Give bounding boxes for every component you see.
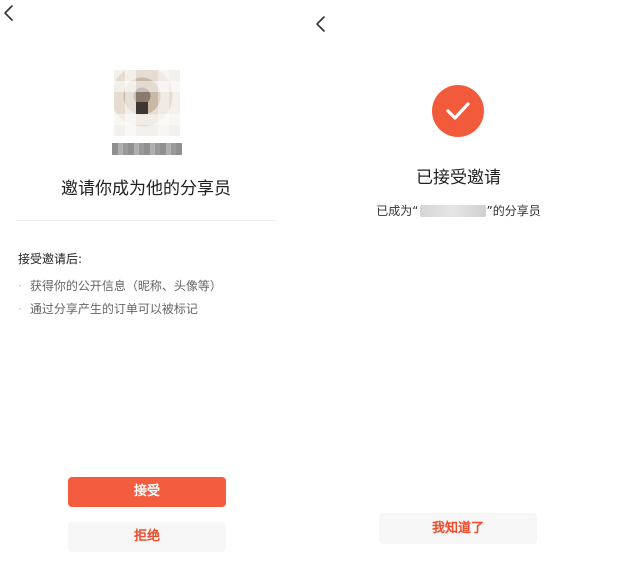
invite-screen: 邀请你成为他的分享员 接受邀请后: · 获得你的公开信息（昵称、头像等） · 通过分… [0, 0, 292, 572]
desc-prefix: 已成为“ [376, 204, 419, 218]
reject-button[interactable]: 拒绝 [68, 522, 226, 552]
inviter-avatar [114, 70, 180, 136]
chevron-left-icon [4, 5, 13, 21]
success-screen: 已接受邀请 已成为“ ”的分享员 我知道了 [300, 0, 617, 572]
list-item: · 通过分享产生的订单可以被标记 [18, 301, 222, 324]
bullet-dot-icon: · [18, 302, 22, 316]
success-title: 已接受邀请 [416, 168, 501, 188]
benefit-list: · 获得你的公开信息（昵称、头像等） · 通过分享产生的订单可以被标记 [18, 278, 222, 324]
after-accept-title: 接受邀请后: [18, 252, 83, 266]
success-check-icon [432, 85, 484, 137]
success-description: 已成为“ ”的分享员 [300, 202, 617, 219]
bullet-dot-icon: · [18, 279, 22, 293]
desc-suffix: ”的分享员 [486, 204, 541, 218]
back-button[interactable] [314, 15, 332, 33]
inviter-name-redacted [419, 205, 486, 217]
list-item: · 获得你的公开信息（昵称、头像等） [18, 278, 222, 301]
inviter-name-redacted [112, 143, 182, 155]
accept-button[interactable]: 接受 [68, 477, 226, 507]
chevron-left-icon [316, 16, 325, 32]
back-button[interactable] [2, 4, 20, 22]
divider [16, 220, 276, 221]
invite-title: 邀请你成为他的分享员 [61, 179, 231, 199]
got-it-button[interactable]: 我知道了 [379, 513, 537, 544]
benefit-text: 获得你的公开信息（昵称、头像等） [29, 279, 222, 293]
checkmark-icon [446, 102, 470, 120]
benefit-text: 通过分享产生的订单可以被标记 [29, 302, 198, 316]
